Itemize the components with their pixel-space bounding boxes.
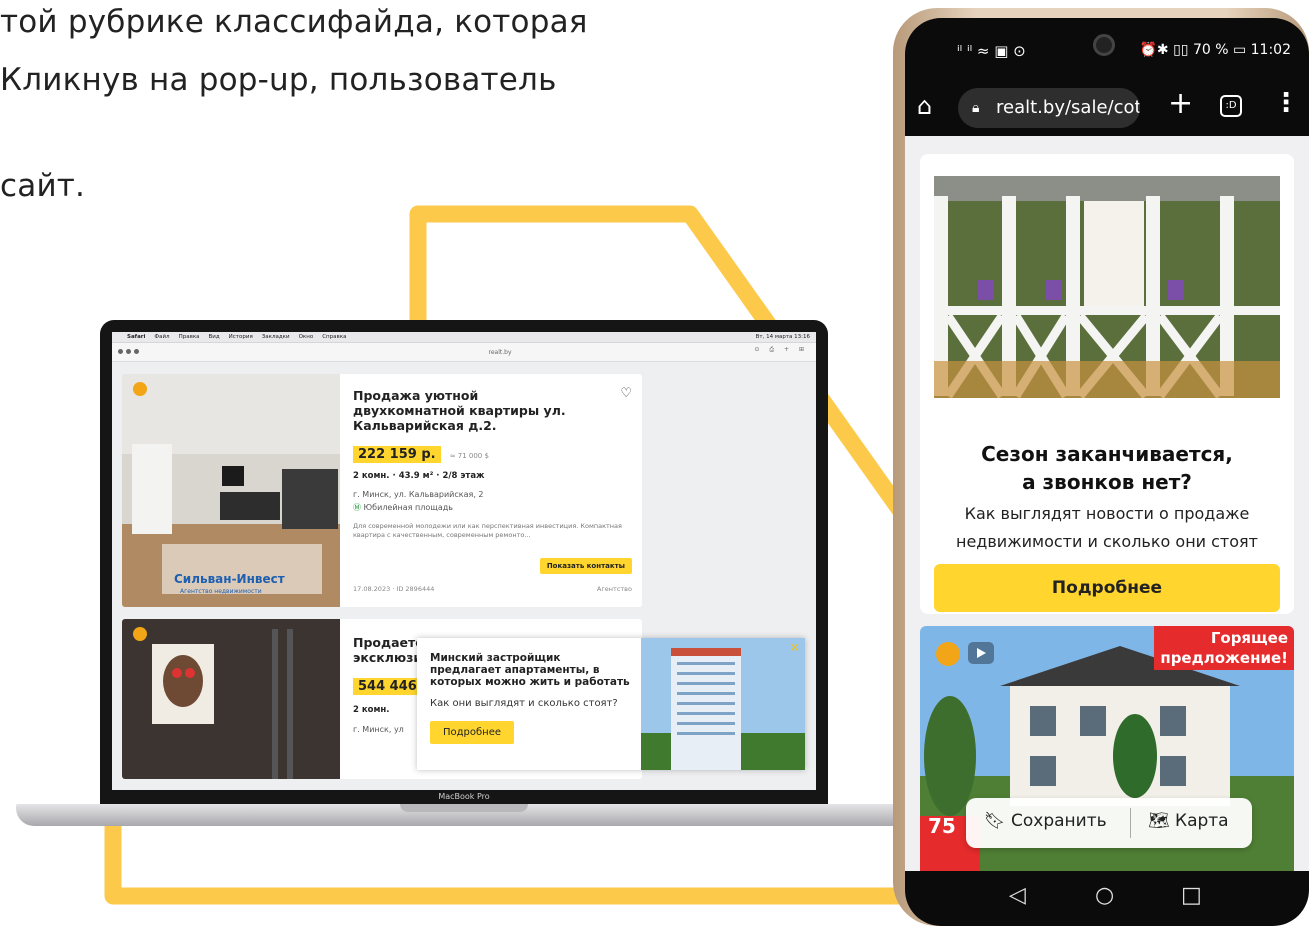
- listing-card-1[interactable]: Сильван-Инвест Агентство недвижимости ♡ …: [122, 374, 642, 607]
- listing-id: ID 2896444: [396, 585, 435, 593]
- promo-text: Как выглядят новости о продаже недвижимо…: [920, 500, 1294, 556]
- menu-edit[interactable]: Правка: [179, 332, 200, 342]
- listing-body-1: ♡ Продажа уютной двухкомнатной квартиры …: [353, 374, 632, 593]
- show-contacts-button[interactable]: Показать контакты: [539, 558, 632, 574]
- laptop-screen: Safari Файл Правка Вид История Закладки …: [100, 320, 828, 804]
- lock-icon: 🔒︎: [972, 100, 980, 116]
- mobile-page-content: Сезон заканчивается, а звонков нет? Как …: [905, 136, 1309, 871]
- menu-window[interactable]: Окно: [299, 332, 314, 342]
- safari-toolbar: realt.by ⊙ ⎙ + ⊞: [112, 343, 816, 362]
- menu-view[interactable]: Вид: [209, 332, 220, 342]
- menu-file[interactable]: Файл: [154, 332, 169, 342]
- spec-rooms: 2 комн.: [353, 471, 390, 481]
- listing-specs-1: 2 комн. · 43.9 м² · 2/8 этаж: [353, 471, 485, 481]
- popup-building-photo[interactable]: [641, 638, 805, 770]
- promo-title-line-1: Сезон заканчивается,: [981, 442, 1233, 466]
- listing-metro-1: Ⓜ Юбилейная площадь: [353, 502, 632, 513]
- price-row: 222 159 р. ≈ 71 000 $: [353, 443, 632, 463]
- hot-offer-badge: Горящее предложение!: [1154, 626, 1294, 670]
- save-label: Сохранить: [1011, 811, 1107, 831]
- android-nav-bar: ◁ ○ □: [905, 871, 1309, 926]
- mac-menubar: Safari Файл Правка Вид История Закладки …: [112, 332, 816, 343]
- bookmark-icon: 🔖︎: [984, 811, 1006, 831]
- promo-text-line-2: недвижимости и сколько они стоят: [956, 532, 1258, 551]
- save-map-divider: [1130, 808, 1131, 838]
- spec-floor: 2/8 этаж: [442, 471, 485, 481]
- mobile-url-field[interactable]: 🔒︎ realt.by/sale/cott: [958, 88, 1140, 128]
- window-controls[interactable]: [118, 349, 139, 354]
- popup-more-button[interactable]: Подробнее: [430, 721, 515, 744]
- safari-url-field[interactable]: realt.by: [380, 347, 620, 358]
- menubar-datetime: Вт, 14 марта 13:16: [755, 334, 810, 340]
- spec-area: 43.9 м²: [398, 471, 434, 481]
- home-circle-icon[interactable]: ○: [1095, 883, 1114, 908]
- hot-offer-line-2: предложение!: [1160, 649, 1288, 667]
- laptop-display: Safari Файл Правка Вид История Закладки …: [112, 332, 816, 790]
- save-map-bar: 🔖︎ Сохранить 🗺︎ Карта: [966, 798, 1252, 848]
- popup-body: Минский застройщик предлагает апартамент…: [430, 652, 635, 744]
- listing-photo-2[interactable]: [122, 619, 340, 779]
- back-icon[interactable]: ◁: [1009, 883, 1026, 908]
- recents-icon[interactable]: □: [1181, 883, 1202, 908]
- promo-title: Сезон заканчивается, а звонков нет?: [920, 440, 1294, 496]
- status-battery-time: ⏰✱ ▯▯ 70 % ▭ 11:02: [1139, 42, 1291, 58]
- tabs-icon[interactable]: :D: [1220, 95, 1242, 117]
- mobile-url-text: realt.by/sale/cott: [996, 97, 1140, 118]
- agency-logo-text: Сильван-Инвест: [174, 572, 285, 586]
- agency-logo-sub: Агентство недвижимости: [180, 588, 262, 595]
- house-listing-card[interactable]: Горящее предложение! 75 🔖︎ Сохранить 🗺︎ …: [920, 626, 1294, 871]
- promo-more-button[interactable]: Подробнее: [934, 564, 1280, 612]
- popup-subtitle: Как они выглядят и сколько стоят?: [430, 698, 618, 709]
- menu-help[interactable]: Справка: [322, 332, 346, 342]
- metro-icon: Ⓜ: [353, 503, 361, 512]
- menu-app-name[interactable]: Safari: [127, 332, 145, 342]
- listing-description-1: Для современной молодежи или как перспек…: [353, 522, 622, 539]
- house-partial-price: 75: [928, 814, 956, 838]
- listing-date: 17.08.2023: [353, 585, 391, 593]
- mobile-browser-bar: ⌂ 🔒︎ realt.by/sale/cott + :D ⋮: [905, 80, 1309, 136]
- popup-title: Минский застройщик предлагает апартамент…: [430, 652, 630, 688]
- hot-offer-line-1: Горящее: [1210, 629, 1288, 647]
- listing-price-2: 544 446: [353, 678, 422, 695]
- listing-price-usd-1: ≈ 71 000 $: [449, 452, 489, 460]
- new-tab-icon[interactable]: +: [1168, 86, 1193, 121]
- laptop-model-label: MacBook Pro: [100, 790, 828, 804]
- laptop-notch: [400, 804, 528, 812]
- home-icon[interactable]: ⌂: [917, 92, 932, 120]
- listing-title-1[interactable]: Продажа уютной двухкомнатной квартиры ул…: [353, 388, 588, 433]
- promo-porch-photo[interactable]: [934, 176, 1280, 398]
- phone-status-bar: ⁱˡ ⁱˡ ≈ ▣ ⊙ ⏰✱ ▯▯ 70 % ▭ 11:02: [905, 18, 1309, 80]
- safari-tools-icon[interactable]: ⊙ ⎙ + ⊞: [754, 346, 808, 354]
- promo-text-line-1: Как выглядят новости о продаже: [964, 504, 1250, 523]
- map-label: Карта: [1175, 811, 1229, 831]
- save-button[interactable]: 🔖︎ Сохранить: [984, 811, 1107, 831]
- menu-history[interactable]: История: [229, 332, 253, 342]
- map-button[interactable]: 🗺︎ Карта: [1148, 811, 1229, 831]
- menu-bookmarks[interactable]: Закладки: [262, 332, 290, 342]
- map-icon: 🗺︎: [1148, 811, 1170, 831]
- front-camera: [1093, 34, 1115, 56]
- phone-screen: ⁱˡ ⁱˡ ≈ ▣ ⊙ ⏰✱ ▯▯ 70 % ▭ 11:02 ⌂ 🔒︎ real…: [905, 18, 1309, 926]
- listing-price-1: 222 159 р.: [353, 446, 441, 463]
- listing-seller-type: Агентство: [596, 585, 632, 593]
- metro-name: Юбилейная площадь: [363, 503, 453, 512]
- listing-meta-1: 17.08.2023 · ID 2896444: [353, 585, 435, 593]
- popup-close-icon[interactable]: ✕: [789, 641, 800, 656]
- promo-card: Сезон заканчивается, а звонков нет? Как …: [920, 154, 1294, 614]
- signal-wifi-icons: ⁱˡ ⁱˡ ≈ ▣ ⊙: [957, 42, 1026, 60]
- promo-title-line-2: а звонков нет?: [1022, 470, 1192, 494]
- more-menu-icon[interactable]: ⋮: [1273, 88, 1299, 118]
- favorite-heart-icon[interactable]: ♡: [620, 386, 632, 401]
- listing-address-1: г. Минск, ул. Кальварийская, 2: [353, 490, 484, 499]
- promo-popup[interactable]: Минский застройщик предлагает апартамент…: [417, 638, 805, 770]
